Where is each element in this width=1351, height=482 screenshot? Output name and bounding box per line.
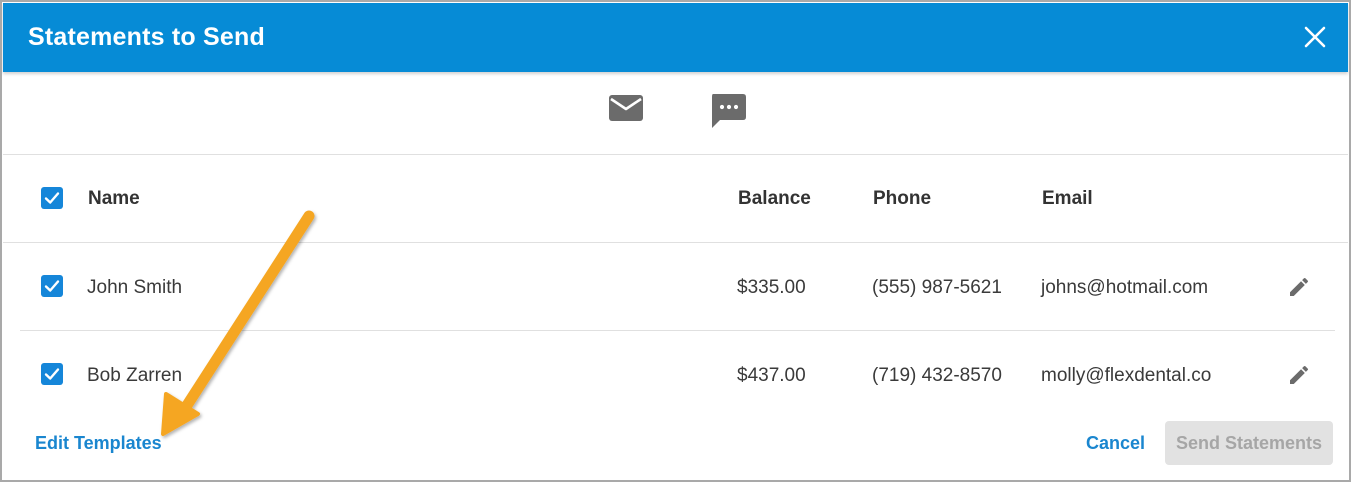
close-icon[interactable] xyxy=(1302,24,1328,50)
row-email: molly@flexdental.co xyxy=(1041,365,1212,386)
row-name: John Smith xyxy=(87,277,183,298)
text-message-icon[interactable] xyxy=(709,93,747,134)
edit-pencil-icon[interactable] xyxy=(1287,363,1311,392)
edit-templates-link[interactable]: Edit Templates xyxy=(35,433,162,454)
dialog-header: Statements to Send xyxy=(3,3,1348,72)
edit-pencil-icon[interactable] xyxy=(1287,275,1311,304)
table-header: Name Balance Phone Email xyxy=(3,155,1348,243)
dialog-title: Statements to Send xyxy=(28,23,265,51)
column-header-phone[interactable]: Phone xyxy=(873,188,931,210)
column-header-balance[interactable]: Balance xyxy=(738,188,811,210)
statements-dialog: Statements to Send Name Balance Phone Em… xyxy=(0,0,1351,482)
row-email: johns@hotmail.com xyxy=(1041,277,1209,298)
row-checkbox[interactable] xyxy=(41,363,63,385)
row-phone: (719) 432-8570 xyxy=(872,365,1002,386)
row-name: Bob Zarren xyxy=(87,365,183,386)
email-icon[interactable] xyxy=(608,93,644,128)
table-row: John Smith $335.00 (555) 987-5621 johns@… xyxy=(20,243,1335,331)
table-row: Bob Zarren $437.00 (719) 432-8570 molly@… xyxy=(20,331,1335,418)
row-balance: $335.00 xyxy=(737,277,806,298)
send-statements-button[interactable]: Send Statements xyxy=(1165,421,1333,465)
channel-selector xyxy=(3,73,1348,155)
cancel-button[interactable]: Cancel xyxy=(1086,433,1145,454)
row-balance: $437.00 xyxy=(737,365,806,386)
column-header-email[interactable]: Email xyxy=(1042,188,1093,210)
row-phone: (555) 987-5621 xyxy=(872,277,1002,298)
column-header-name[interactable]: Name xyxy=(88,188,140,210)
select-all-checkbox[interactable] xyxy=(41,187,63,209)
row-checkbox[interactable] xyxy=(41,275,63,297)
